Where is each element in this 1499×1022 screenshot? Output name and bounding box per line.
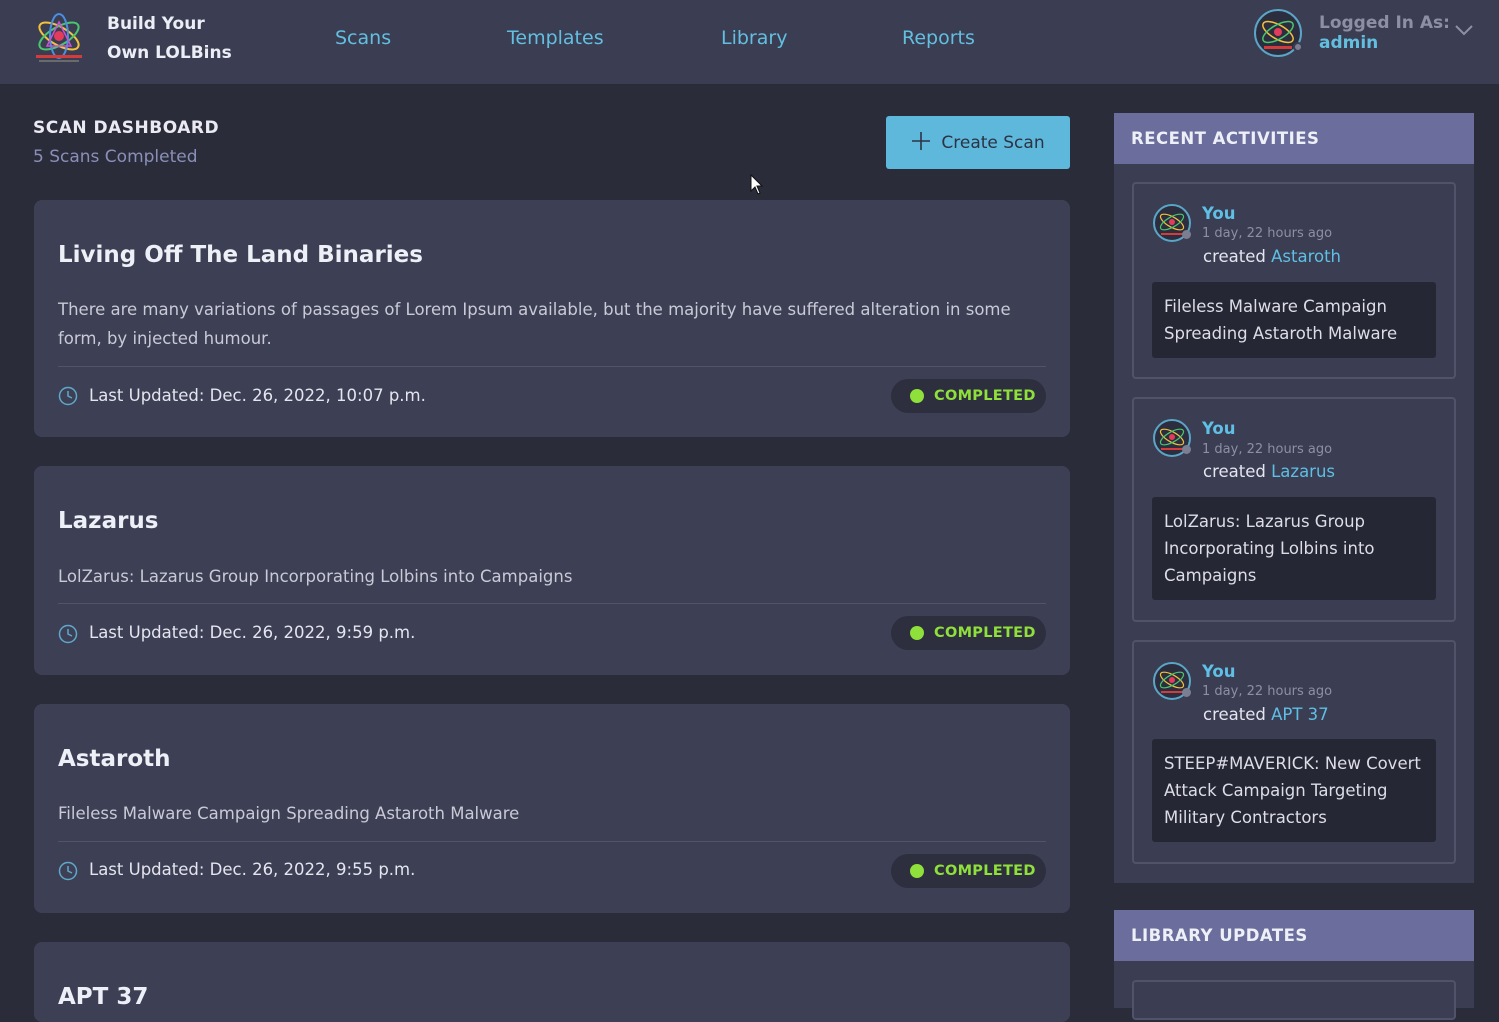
nav-templates[interactable]: Templates	[507, 25, 604, 51]
status-dot	[910, 389, 924, 403]
scan-description: Fileless Malware Campaign Spreading Asta…	[58, 804, 520, 823]
activity-time: 1 day, 22 hours ago	[1202, 442, 1333, 457]
atom-logo-icon[interactable]	[33, 10, 85, 64]
recent-activities-header: RECENT ACTIVITIES	[1114, 113, 1474, 164]
status-dot	[1182, 688, 1191, 697]
nav-reports[interactable]: Reports	[902, 25, 975, 51]
scan-card[interactable]: APT 37	[34, 942, 1070, 1022]
status-text: COMPLETED	[934, 388, 1036, 404]
scans-completed-count: 5 Scans Completed	[33, 147, 198, 167]
status-badge: COMPLETED	[891, 854, 1046, 888]
activity-summary: STEEP#MAVERICK: New Covert Attack Campai…	[1152, 739, 1436, 842]
activity-verb: created	[1203, 462, 1266, 481]
activity-target-link[interactable]: APT 37	[1271, 705, 1329, 724]
status-dot	[1182, 230, 1191, 239]
activity-time: 1 day, 22 hours ago	[1202, 226, 1333, 241]
brand-line-2: Own LOLBins	[107, 43, 232, 63]
status-dot	[910, 626, 924, 640]
logged-in-label: Logged In As:	[1319, 13, 1450, 33]
activity-card: You 1 day, 22 hours ago created Lazarus …	[1132, 397, 1456, 622]
scan-last-updated: Last Updated: Dec. 26, 2022, 10:07 p.m.	[89, 386, 426, 405]
activity-user[interactable]: You	[1202, 204, 1236, 223]
scan-title[interactable]: Living Off The Land Binaries	[58, 242, 423, 268]
mouse-cursor-icon	[750, 173, 764, 196]
activity-action: created APT 37	[1203, 705, 1329, 724]
clock-icon	[58, 861, 78, 881]
brand-line-1: Build Your	[107, 14, 205, 34]
library-update-card	[1132, 980, 1456, 1020]
scan-card[interactable]: Astaroth Fileless Malware Campaign Sprea…	[34, 704, 1070, 913]
scan-card[interactable]: Lazarus LolZarus: Lazarus Group Incorpor…	[34, 466, 1070, 675]
logged-in-username[interactable]: admin	[1319, 33, 1378, 53]
activity-card: You 1 day, 22 hours ago created APT 37 S…	[1132, 640, 1456, 864]
activity-action: created Lazarus	[1203, 462, 1335, 481]
scan-title[interactable]: Astaroth	[58, 746, 171, 772]
activity-card: You 1 day, 22 hours ago created Astaroth…	[1132, 182, 1456, 379]
status-badge: COMPLETED	[891, 379, 1046, 413]
plus-icon	[911, 130, 931, 156]
create-scan-button[interactable]: Create Scan	[886, 116, 1070, 169]
clock-icon	[58, 624, 78, 644]
scan-last-updated: Last Updated: Dec. 26, 2022, 9:59 p.m.	[89, 623, 416, 642]
activity-summary: Fileless Malware Campaign Spreading Asta…	[1152, 282, 1436, 358]
divider	[58, 841, 1046, 842]
divider	[58, 603, 1046, 604]
nav-scans[interactable]: Scans	[335, 25, 391, 51]
activity-user[interactable]: You	[1202, 419, 1236, 438]
status-dot	[910, 864, 924, 878]
activity-verb: created	[1203, 247, 1266, 266]
activity-summary: LolZarus: Lazarus Group Incorporating Lo…	[1152, 497, 1436, 600]
chevron-down-icon[interactable]	[1454, 22, 1474, 36]
clock-icon	[58, 386, 78, 406]
activity-action: created Astaroth	[1203, 247, 1341, 266]
scan-last-updated: Last Updated: Dec. 26, 2022, 9:55 p.m.	[89, 860, 416, 879]
divider	[58, 366, 1046, 367]
top-navigation-bar: Build Your Own LOLBins Scans Templates L…	[0, 0, 1499, 85]
activity-time: 1 day, 22 hours ago	[1202, 684, 1333, 699]
activity-target-link[interactable]: Astaroth	[1271, 247, 1341, 266]
online-status-indicator	[1293, 42, 1303, 52]
status-text: COMPLETED	[934, 625, 1036, 641]
scan-title[interactable]: APT 37	[58, 984, 148, 1010]
activity-user[interactable]: You	[1202, 662, 1236, 681]
brand-name[interactable]: Build Your Own LOLBins	[107, 10, 232, 68]
scan-description: LolZarus: Lazarus Group Incorporating Lo…	[58, 567, 573, 586]
status-dot	[1182, 445, 1191, 454]
status-text: COMPLETED	[934, 863, 1036, 879]
status-badge: COMPLETED	[891, 616, 1046, 650]
scan-description: There are many variations of passages of…	[58, 300, 1011, 348]
library-updates-header: LIBRARY UPDATES	[1114, 910, 1474, 961]
activity-verb: created	[1203, 705, 1266, 724]
scan-title[interactable]: Lazarus	[58, 508, 159, 534]
nav-library[interactable]: Library	[721, 25, 787, 51]
page-title: SCAN DASHBOARD	[33, 118, 220, 138]
activity-target-link[interactable]: Lazarus	[1271, 462, 1335, 481]
create-scan-label: Create Scan	[941, 132, 1045, 153]
scan-card[interactable]: Living Off The Land Binaries There are m…	[34, 200, 1070, 437]
